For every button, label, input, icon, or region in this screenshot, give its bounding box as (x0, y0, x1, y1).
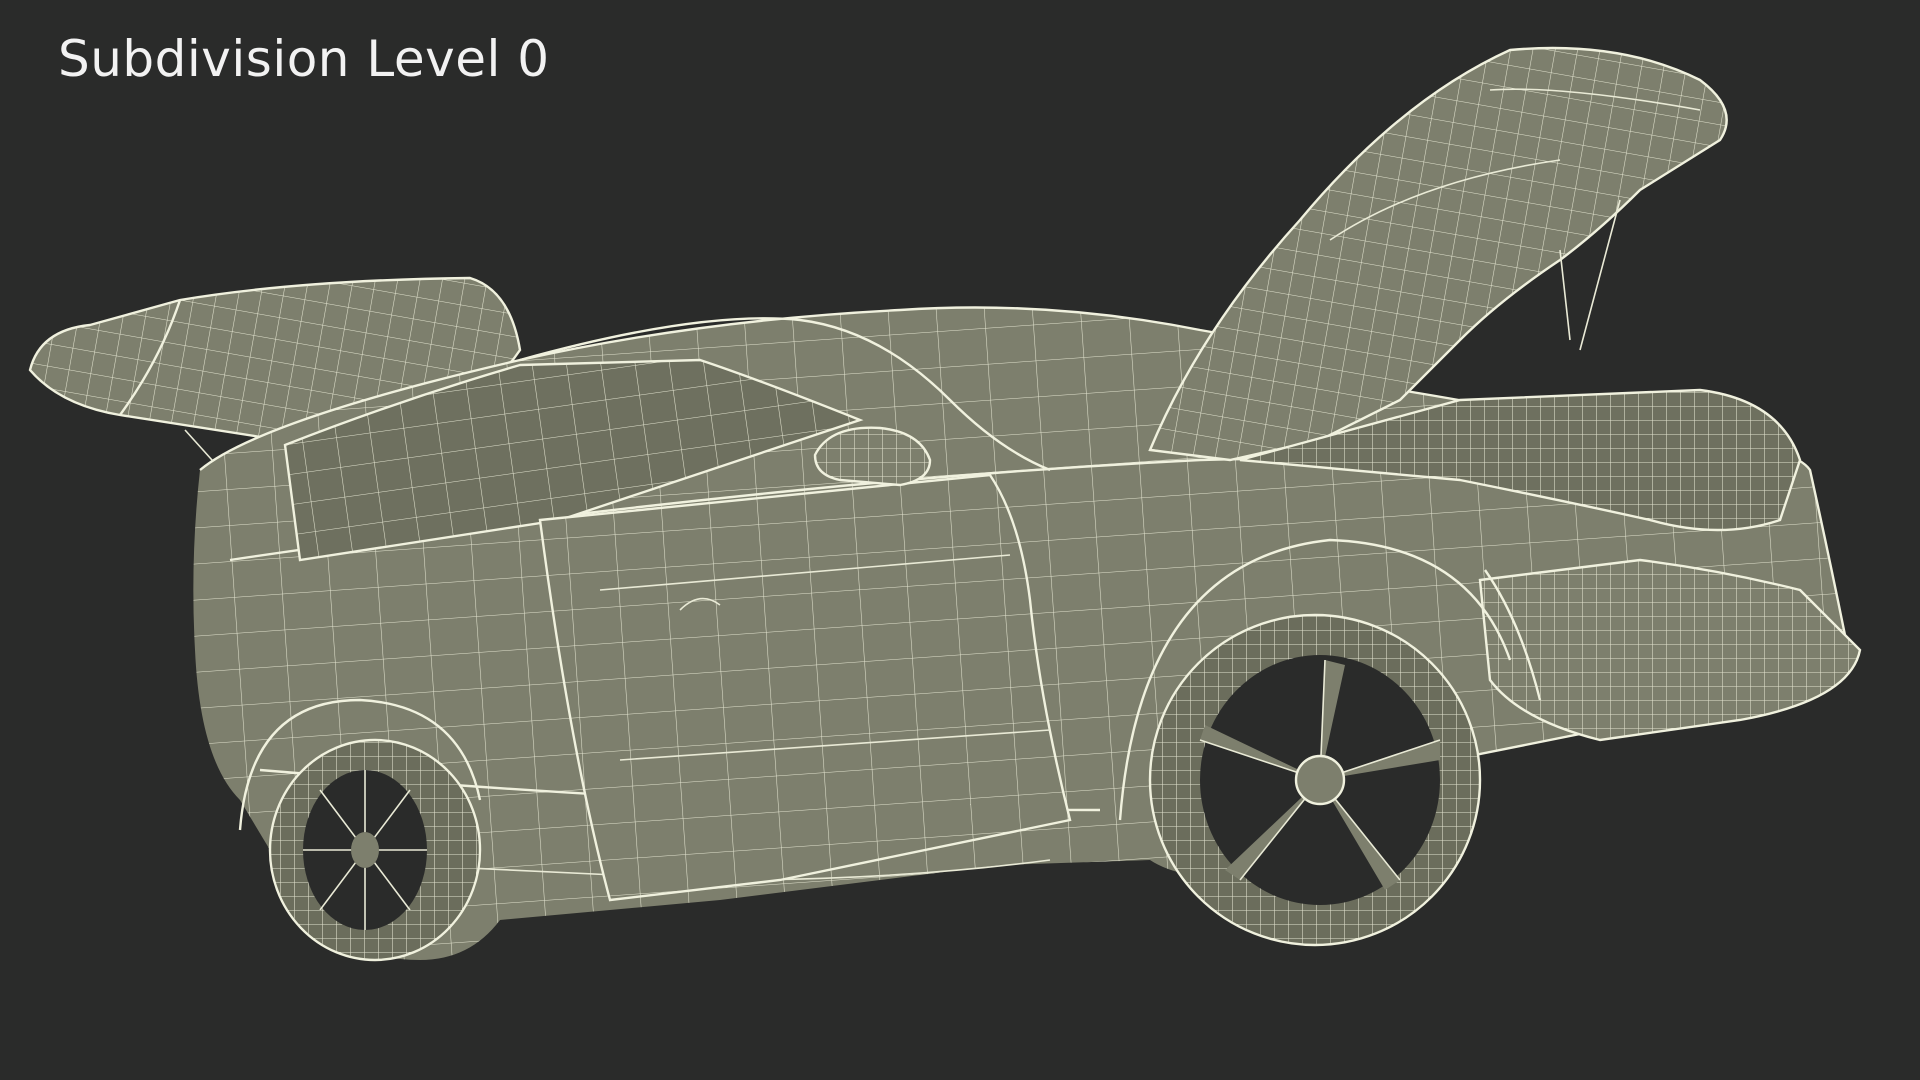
render-viewport: Subdivision Level 0 (0, 0, 1920, 1080)
wireframe-car-render (28, 46, 1862, 962)
subdivision-level-label: Subdivision Level 0 (58, 30, 550, 88)
open-door (538, 473, 1072, 902)
front-wheel (1148, 613, 1482, 947)
rear-wheel (268, 738, 482, 962)
